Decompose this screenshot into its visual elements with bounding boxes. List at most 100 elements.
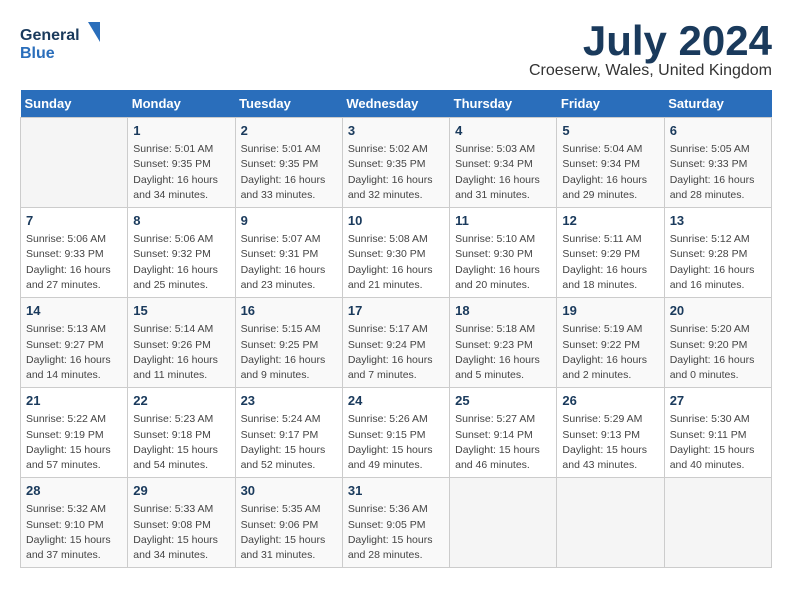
day-cell-3-3: 24 Sunrise: 5:26 AM Sunset: 9:15 PM Dayli… xyxy=(342,388,449,478)
week-row-4: 21 Sunrise: 5:22 AM Sunset: 9:19 PM Dayli… xyxy=(21,388,772,478)
day-number: 10 xyxy=(348,212,444,230)
day-info: Sunrise: 5:32 AM Sunset: 9:10 PM Dayligh… xyxy=(26,502,122,563)
day-number: 17 xyxy=(348,302,444,320)
week-row-1: 1 Sunrise: 5:01 AM Sunset: 9:35 PM Daylig… xyxy=(21,118,772,208)
day-info: Sunrise: 5:06 AM Sunset: 9:33 PM Dayligh… xyxy=(26,232,122,293)
day-info: Sunrise: 5:24 AM Sunset: 9:17 PM Dayligh… xyxy=(241,412,337,473)
day-number: 9 xyxy=(241,212,337,230)
logo: General Blue xyxy=(20,20,100,70)
day-number: 23 xyxy=(241,392,337,410)
day-info: Sunrise: 5:03 AM Sunset: 9:34 PM Dayligh… xyxy=(455,142,551,203)
day-info: Sunrise: 5:01 AM Sunset: 9:35 PM Dayligh… xyxy=(133,142,229,203)
day-info: Sunrise: 5:13 AM Sunset: 9:27 PM Dayligh… xyxy=(26,322,122,383)
day-cell-2-2: 16Sunrise: 5:15 AM Sunset: 9:25 PM Dayli… xyxy=(235,298,342,388)
day-number: 19 xyxy=(562,302,658,320)
day-cell-4-6 xyxy=(664,478,771,568)
week-row-3: 14Sunrise: 5:13 AM Sunset: 9:27 PM Dayli… xyxy=(21,298,772,388)
day-number: 28 xyxy=(26,482,122,500)
svg-text:General: General xyxy=(20,27,80,44)
day-number: 25 xyxy=(455,392,551,410)
header-tuesday: Tuesday xyxy=(235,90,342,118)
header-thursday: Thursday xyxy=(450,90,557,118)
day-cell-4-5 xyxy=(557,478,664,568)
day-cell-1-0: 7 Sunrise: 5:06 AM Sunset: 9:33 PM Daylig… xyxy=(21,208,128,298)
day-info: Sunrise: 5:22 AM Sunset: 9:19 PM Dayligh… xyxy=(26,412,122,473)
day-number: 20 xyxy=(670,302,766,320)
day-number: 26 xyxy=(562,392,658,410)
day-cell-3-2: 23 Sunrise: 5:24 AM Sunset: 9:17 PM Dayli… xyxy=(235,388,342,478)
day-number: 12 xyxy=(562,212,658,230)
day-cell-4-1: 29 Sunrise: 5:33 AM Sunset: 9:08 PM Dayli… xyxy=(128,478,235,568)
day-cell-1-2: 9 Sunrise: 5:07 AM Sunset: 9:31 PM Daylig… xyxy=(235,208,342,298)
day-number: 8 xyxy=(133,212,229,230)
day-number: 22 xyxy=(133,392,229,410)
header-monday: Monday xyxy=(128,90,235,118)
day-cell-0-6: 6 Sunrise: 5:05 AM Sunset: 9:33 PM Daylig… xyxy=(664,118,771,208)
header-friday: Friday xyxy=(557,90,664,118)
day-info: Sunrise: 5:15 AM Sunset: 9:25 PM Dayligh… xyxy=(241,322,337,383)
day-number: 1 xyxy=(133,122,229,140)
day-info: Sunrise: 5:05 AM Sunset: 9:33 PM Dayligh… xyxy=(670,142,766,203)
header-wednesday: Wednesday xyxy=(342,90,449,118)
header-section: General Blue July 2024 Croeserw, Wales, … xyxy=(20,20,772,80)
day-number: 6 xyxy=(670,122,766,140)
day-cell-2-6: 20 Sunrise: 5:20 AM Sunset: 9:20 PM Dayli… xyxy=(664,298,771,388)
header-sunday: Sunday xyxy=(21,90,128,118)
day-cell-4-0: 28 Sunrise: 5:32 AM Sunset: 9:10 PM Dayli… xyxy=(21,478,128,568)
day-number: 15 xyxy=(133,302,229,320)
day-info: Sunrise: 5:30 AM Sunset: 9:11 PM Dayligh… xyxy=(670,412,766,473)
day-info: Sunrise: 5:12 AM Sunset: 9:28 PM Dayligh… xyxy=(670,232,766,293)
day-cell-0-5: 5 Sunrise: 5:04 AM Sunset: 9:34 PM Daylig… xyxy=(557,118,664,208)
day-cell-0-2: 2Sunrise: 5:01 AM Sunset: 9:35 PM Daylig… xyxy=(235,118,342,208)
day-info: Sunrise: 5:08 AM Sunset: 9:30 PM Dayligh… xyxy=(348,232,444,293)
day-info: Sunrise: 5:26 AM Sunset: 9:15 PM Dayligh… xyxy=(348,412,444,473)
day-cell-2-5: 19Sunrise: 5:19 AM Sunset: 9:22 PM Dayli… xyxy=(557,298,664,388)
header-saturday: Saturday xyxy=(664,90,771,118)
day-info: Sunrise: 5:35 AM Sunset: 9:06 PM Dayligh… xyxy=(241,502,337,563)
day-cell-4-2: 30 Sunrise: 5:35 AM Sunset: 9:06 PM Dayli… xyxy=(235,478,342,568)
day-number: 29 xyxy=(133,482,229,500)
day-number: 3 xyxy=(348,122,444,140)
day-info: Sunrise: 5:18 AM Sunset: 9:23 PM Dayligh… xyxy=(455,322,551,383)
day-cell-4-4 xyxy=(450,478,557,568)
day-cell-1-5: 12 Sunrise: 5:11 AM Sunset: 9:29 PM Dayli… xyxy=(557,208,664,298)
day-info: Sunrise: 5:23 AM Sunset: 9:18 PM Dayligh… xyxy=(133,412,229,473)
day-cell-1-3: 10 Sunrise: 5:08 AM Sunset: 9:30 PM Dayli… xyxy=(342,208,449,298)
day-cell-3-6: 27Sunrise: 5:30 AM Sunset: 9:11 PM Dayli… xyxy=(664,388,771,478)
day-cell-0-4: 4 Sunrise: 5:03 AM Sunset: 9:34 PM Daylig… xyxy=(450,118,557,208)
day-number: 21 xyxy=(26,392,122,410)
day-number: 31 xyxy=(348,482,444,500)
day-info: Sunrise: 5:11 AM Sunset: 9:29 PM Dayligh… xyxy=(562,232,658,293)
month-year-title: July 2024 xyxy=(529,20,772,62)
day-info: Sunrise: 5:20 AM Sunset: 9:20 PM Dayligh… xyxy=(670,322,766,383)
day-number: 4 xyxy=(455,122,551,140)
day-number: 30 xyxy=(241,482,337,500)
day-cell-3-0: 21 Sunrise: 5:22 AM Sunset: 9:19 PM Dayli… xyxy=(21,388,128,478)
day-cell-1-6: 13 Sunrise: 5:12 AM Sunset: 9:28 PM Dayli… xyxy=(664,208,771,298)
day-cell-2-3: 17 Sunrise: 5:17 AM Sunset: 9:24 PM Dayli… xyxy=(342,298,449,388)
day-cell-0-0 xyxy=(21,118,128,208)
day-info: Sunrise: 5:04 AM Sunset: 9:34 PM Dayligh… xyxy=(562,142,658,203)
day-info: Sunrise: 5:33 AM Sunset: 9:08 PM Dayligh… xyxy=(133,502,229,563)
day-cell-3-4: 25 Sunrise: 5:27 AM Sunset: 9:14 PM Dayli… xyxy=(450,388,557,478)
day-cell-4-3: 31Sunrise: 5:36 AM Sunset: 9:05 PM Dayli… xyxy=(342,478,449,568)
location-title: Croeserw, Wales, United Kingdom xyxy=(529,62,772,80)
calendar-table: SundayMondayTuesdayWednesdayThursdayFrid… xyxy=(20,90,772,568)
day-number: 11 xyxy=(455,212,551,230)
day-info: Sunrise: 5:01 AM Sunset: 9:35 PM Dayligh… xyxy=(241,142,337,203)
day-number: 7 xyxy=(26,212,122,230)
weekday-header-row: SundayMondayTuesdayWednesdayThursdayFrid… xyxy=(21,90,772,118)
day-cell-0-3: 3Sunrise: 5:02 AM Sunset: 9:35 PM Daylig… xyxy=(342,118,449,208)
day-number: 13 xyxy=(670,212,766,230)
day-number: 18 xyxy=(455,302,551,320)
day-info: Sunrise: 5:17 AM Sunset: 9:24 PM Dayligh… xyxy=(348,322,444,383)
day-info: Sunrise: 5:27 AM Sunset: 9:14 PM Dayligh… xyxy=(455,412,551,473)
day-info: Sunrise: 5:07 AM Sunset: 9:31 PM Dayligh… xyxy=(241,232,337,293)
title-area: July 2024 Croeserw, Wales, United Kingdo… xyxy=(529,20,772,80)
day-cell-1-1: 8Sunrise: 5:06 AM Sunset: 9:32 PM Daylig… xyxy=(128,208,235,298)
day-number: 5 xyxy=(562,122,658,140)
day-cell-0-1: 1 Sunrise: 5:01 AM Sunset: 9:35 PM Daylig… xyxy=(128,118,235,208)
day-cell-3-1: 22 Sunrise: 5:23 AM Sunset: 9:18 PM Dayli… xyxy=(128,388,235,478)
day-cell-2-0: 14Sunrise: 5:13 AM Sunset: 9:27 PM Dayli… xyxy=(21,298,128,388)
day-number: 24 xyxy=(348,392,444,410)
